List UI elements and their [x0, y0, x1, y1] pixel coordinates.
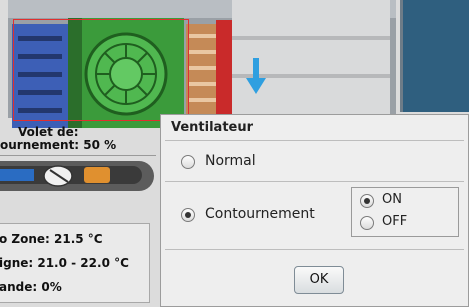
setpoint-label: igne: 21.0 - 22.0 °C — [0, 256, 129, 270]
footer-divider — [165, 249, 464, 250]
radio-on-indicator[interactable] — [360, 194, 374, 208]
bypass-damper[interactable] — [186, 24, 218, 128]
radio-off-indicator[interactable] — [360, 216, 374, 230]
dialog-title: Ventilateur — [171, 120, 254, 135]
bypass-shutter-label: Volet de: ournement: 50 % — [0, 126, 150, 152]
shutter-label-line2: ournement: 50 % — [0, 138, 117, 152]
title-divider — [165, 140, 464, 141]
heater-element — [84, 167, 110, 183]
valve-icon — [43, 165, 73, 187]
window-view — [400, 0, 469, 112]
radio-bypass-indicator[interactable] — [181, 208, 195, 222]
options-divider — [165, 181, 464, 182]
fan-dialog: Ventilateur Normal Contournement ON OFF … — [160, 114, 469, 307]
radio-normal-indicator[interactable] — [181, 155, 195, 169]
zone-temp-label: o Zone: 21.5 °C — [0, 232, 103, 246]
zone-info-panel: o Zone: 21.5 °C igne: 21.0 - 22.0 °C and… — [0, 223, 150, 303]
radio-off-label[interactable]: OFF — [382, 214, 407, 229]
cold-water-segment — [0, 169, 34, 181]
demand-label: ande: 0% — [0, 280, 62, 294]
selection-highlight — [13, 19, 189, 121]
radio-normal-label[interactable]: Normal — [205, 153, 256, 169]
arrow-down-icon — [246, 58, 266, 94]
heater-pipe — [0, 161, 154, 191]
panel-divider — [0, 155, 156, 156]
heating-coil — [216, 20, 232, 128]
radio-bypass-label[interactable]: Contournement — [205, 206, 315, 222]
bypass-onoff-group: ON OFF — [351, 187, 459, 237]
ok-button[interactable]: OK — [294, 266, 344, 294]
radio-on-label[interactable]: ON — [382, 192, 402, 207]
